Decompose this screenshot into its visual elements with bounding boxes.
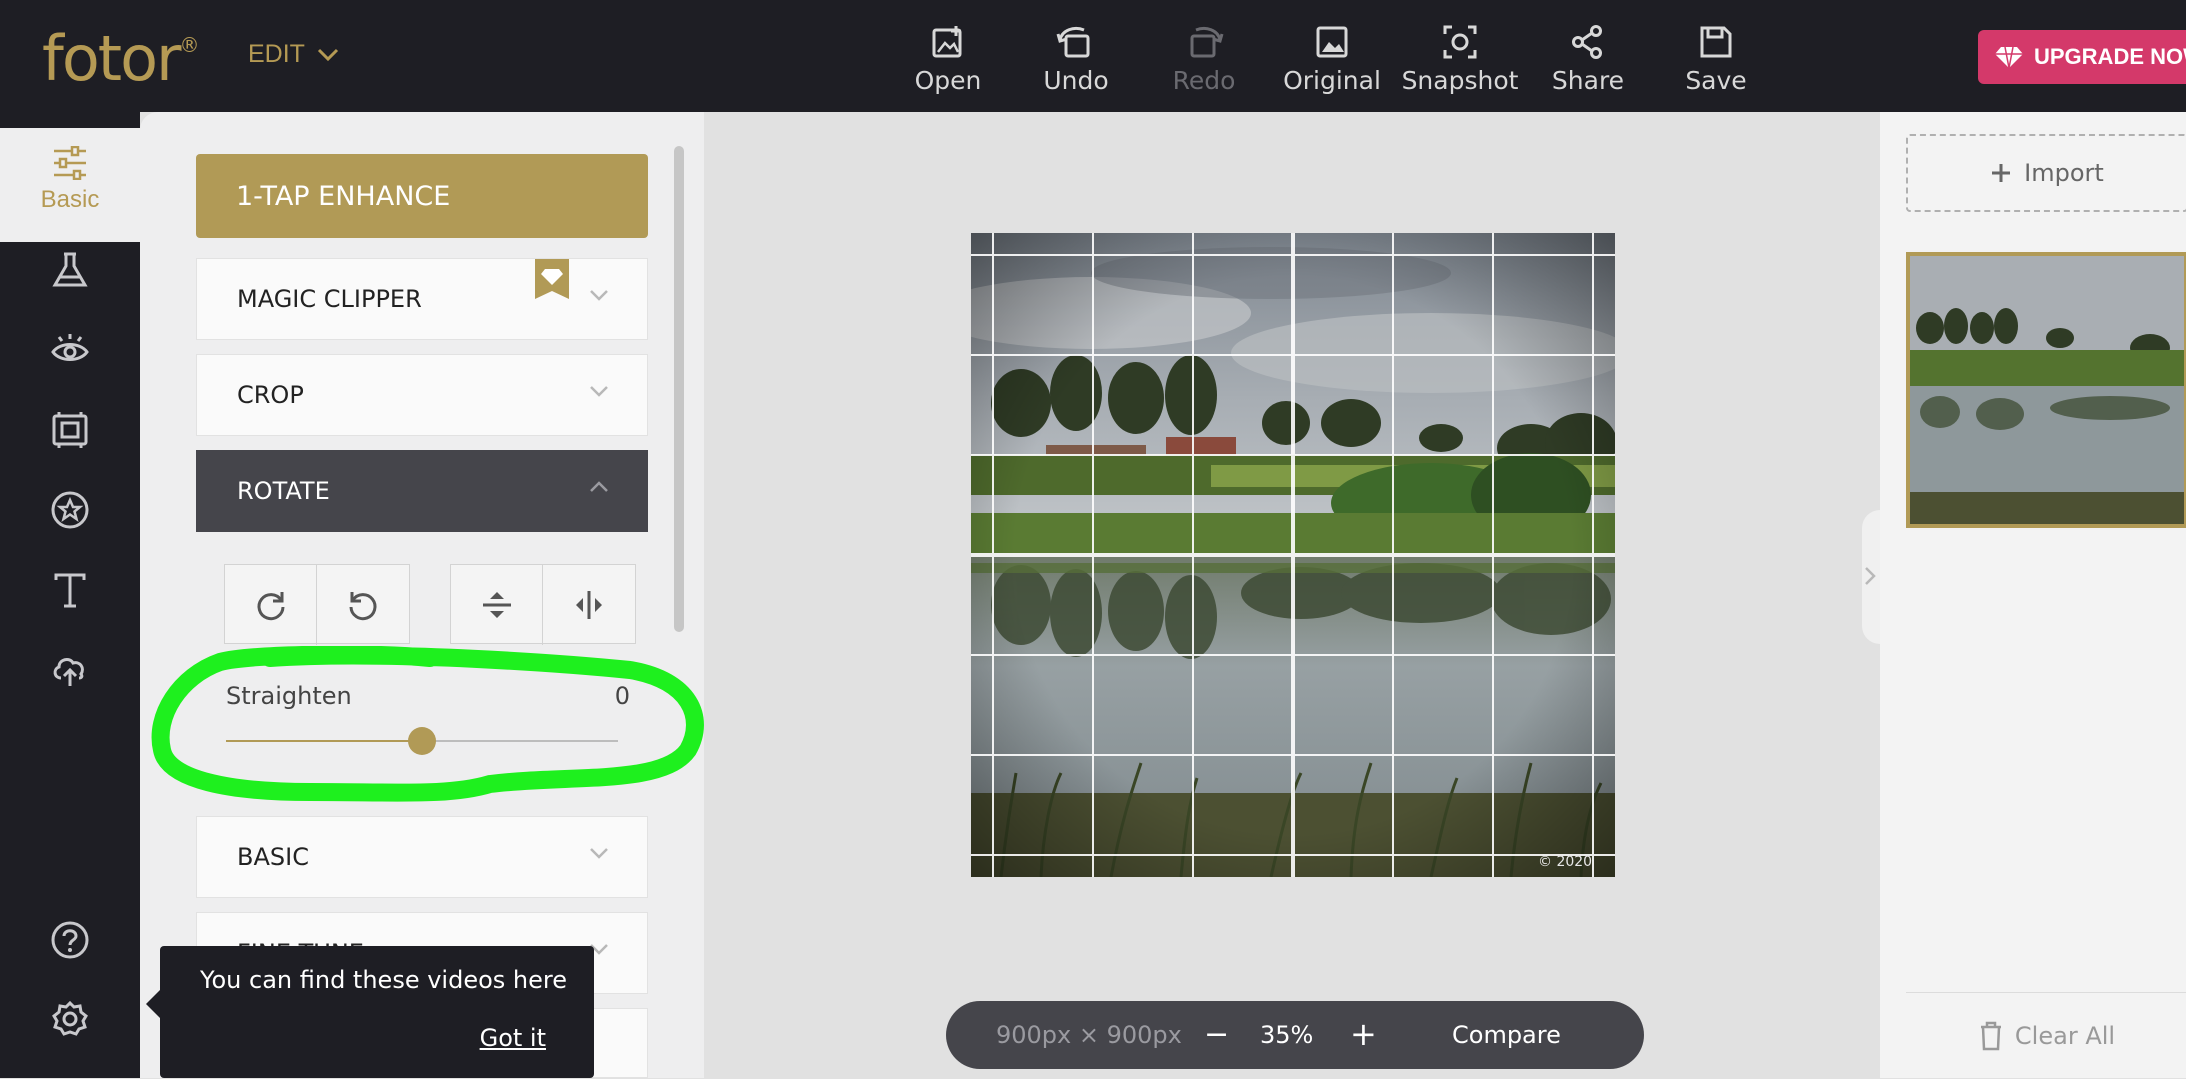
tooltip-message: You can find these videos here [200, 966, 567, 994]
original-label: Original [1283, 66, 1381, 95]
logo-text: fotor [42, 22, 181, 95]
edit-menu[interactable]: EDIT [248, 40, 339, 69]
photo-canvas[interactable]: © 2020 [971, 233, 1615, 877]
fotor-logo[interactable]: fotor® [42, 22, 200, 95]
snapshot-label: Snapshot [1401, 66, 1519, 95]
logo-registered-mark: ® [179, 33, 200, 58]
top-bar: fotor® EDIT Open Undo Redo Original Snap… [0, 0, 2186, 112]
text-icon[interactable] [50, 570, 90, 610]
chevron-down-icon [590, 848, 608, 859]
clear-all-button[interactable]: Clear All [1906, 992, 2186, 1079]
flip-vertical-icon [482, 592, 511, 618]
canvas-area: © 2020 900px × 900px − 35% + Compare [704, 112, 1880, 1078]
diamond-icon [1995, 46, 2023, 69]
open-button[interactable]: Open [888, 24, 1008, 95]
zoom-in-button[interactable]: + [1350, 1015, 1377, 1053]
flip-button-group [450, 564, 636, 645]
redo-icon [1190, 26, 1224, 58]
import-label: Import [2024, 159, 2104, 187]
save-icon [1700, 26, 1732, 58]
settings-icon[interactable] [50, 1000, 90, 1040]
rail-item-basic[interactable]: Basic [0, 128, 140, 242]
chevron-down-icon [317, 48, 339, 61]
flip-horizontal-icon [576, 591, 602, 619]
image-dimensions: 900px × 900px [996, 1021, 1182, 1049]
rotate-clockwise-icon [257, 592, 284, 621]
section-basic[interactable]: BASIC [196, 816, 648, 898]
section-basic-label: BASIC [237, 843, 309, 871]
premium-badge-icon [535, 259, 569, 299]
left-icon-rail: Basic [0, 112, 140, 1078]
open-label: Open [914, 66, 982, 95]
save-label: Save [1685, 66, 1747, 95]
chevron-right-icon [1865, 567, 1876, 585]
redo-button[interactable]: Redo [1144, 24, 1264, 95]
flip-vertical-button[interactable] [451, 565, 543, 645]
undo-button[interactable]: Undo [1016, 24, 1136, 95]
share-icon [1572, 25, 1602, 59]
right-panel: Import Clear All [1880, 112, 2186, 1078]
zoom-out-button[interactable]: − [1204, 1017, 1229, 1052]
panel-scrollbar[interactable] [674, 146, 684, 632]
undo-icon [1056, 26, 1090, 58]
share-button[interactable]: Share [1528, 24, 1648, 95]
share-label: Share [1551, 66, 1625, 95]
zoom-level: 35% [1260, 1021, 1314, 1049]
basic-sliders-icon [54, 146, 86, 180]
original-image-icon [1316, 26, 1348, 58]
section-rotate[interactable]: ROTATE [196, 450, 648, 532]
redo-label: Redo [1172, 66, 1236, 95]
rotate-controls [224, 564, 676, 645]
upgrade-now-label: UPGRADE NOW [2034, 44, 2186, 69]
landscape-photo: © 2020 [971, 233, 1615, 877]
photo-watermark: © 2020 [1538, 854, 1592, 870]
chevron-down-icon [590, 386, 608, 397]
section-rotate-label: ROTATE [237, 477, 330, 505]
thumbnail-photo [1910, 256, 2184, 524]
section-magic-clipper[interactable]: MAGIC CLIPPER [196, 258, 648, 340]
section-crop-label: CROP [237, 381, 304, 409]
videos-tooltip: You can find these videos here Got it [146, 946, 594, 1078]
rail-item-basic-label: Basic [40, 186, 100, 213]
eye-icon[interactable] [50, 330, 90, 370]
one-tap-enhance-button[interactable]: 1-TAP ENHANCE [196, 154, 648, 238]
right-panel-collapse-tab[interactable] [1862, 510, 1880, 644]
plus-icon [1992, 164, 2011, 182]
sticker-star-icon[interactable] [50, 490, 90, 530]
flask-icon[interactable] [50, 250, 90, 290]
chevron-up-icon [590, 481, 608, 492]
section-crop[interactable]: CROP [196, 354, 648, 436]
compare-button[interactable]: Compare [1452, 1021, 1561, 1049]
upgrade-now-button[interactable]: UPGRADE NOW [1978, 30, 2186, 84]
trash-icon [1980, 1021, 2001, 1051]
help-icon[interactable] [50, 920, 90, 960]
one-tap-enhance-label: 1-TAP ENHANCE [236, 180, 451, 212]
snapshot-button[interactable]: Snapshot [1400, 24, 1520, 95]
image-thumbnail[interactable] [1906, 252, 2186, 528]
rotate-counterclockwise-button[interactable] [317, 565, 409, 645]
frame-icon[interactable] [50, 410, 90, 450]
tooltip-arrow [146, 990, 160, 1018]
green-highlight-annotation [151, 646, 704, 802]
got-it-button[interactable]: Got it [480, 1024, 546, 1052]
undo-label: Undo [1043, 66, 1109, 95]
cloud-upload-icon[interactable] [50, 650, 90, 690]
zoom-bar: 900px × 900px − 35% + Compare [946, 1001, 1644, 1069]
rotate-counterclockwise-icon [349, 592, 377, 621]
save-button[interactable]: Save [1656, 24, 1776, 95]
rotate-clockwise-button[interactable] [225, 565, 317, 645]
edit-menu-label: EDIT [248, 40, 305, 68]
snapshot-icon [1443, 25, 1477, 59]
import-button[interactable]: Import [1906, 134, 2186, 212]
rotate-button-group [224, 564, 410, 645]
edit-panel: 1-TAP ENHANCE MAGIC CLIPPER CROP ROTATE [140, 112, 704, 1078]
flip-horizontal-button[interactable] [543, 565, 635, 645]
clear-all-label: Clear All [2014, 1022, 2116, 1050]
original-button[interactable]: Original [1272, 24, 1392, 95]
chevron-down-icon [590, 290, 608, 301]
open-image-icon [932, 26, 962, 58]
section-magic-clipper-label: MAGIC CLIPPER [237, 285, 422, 313]
